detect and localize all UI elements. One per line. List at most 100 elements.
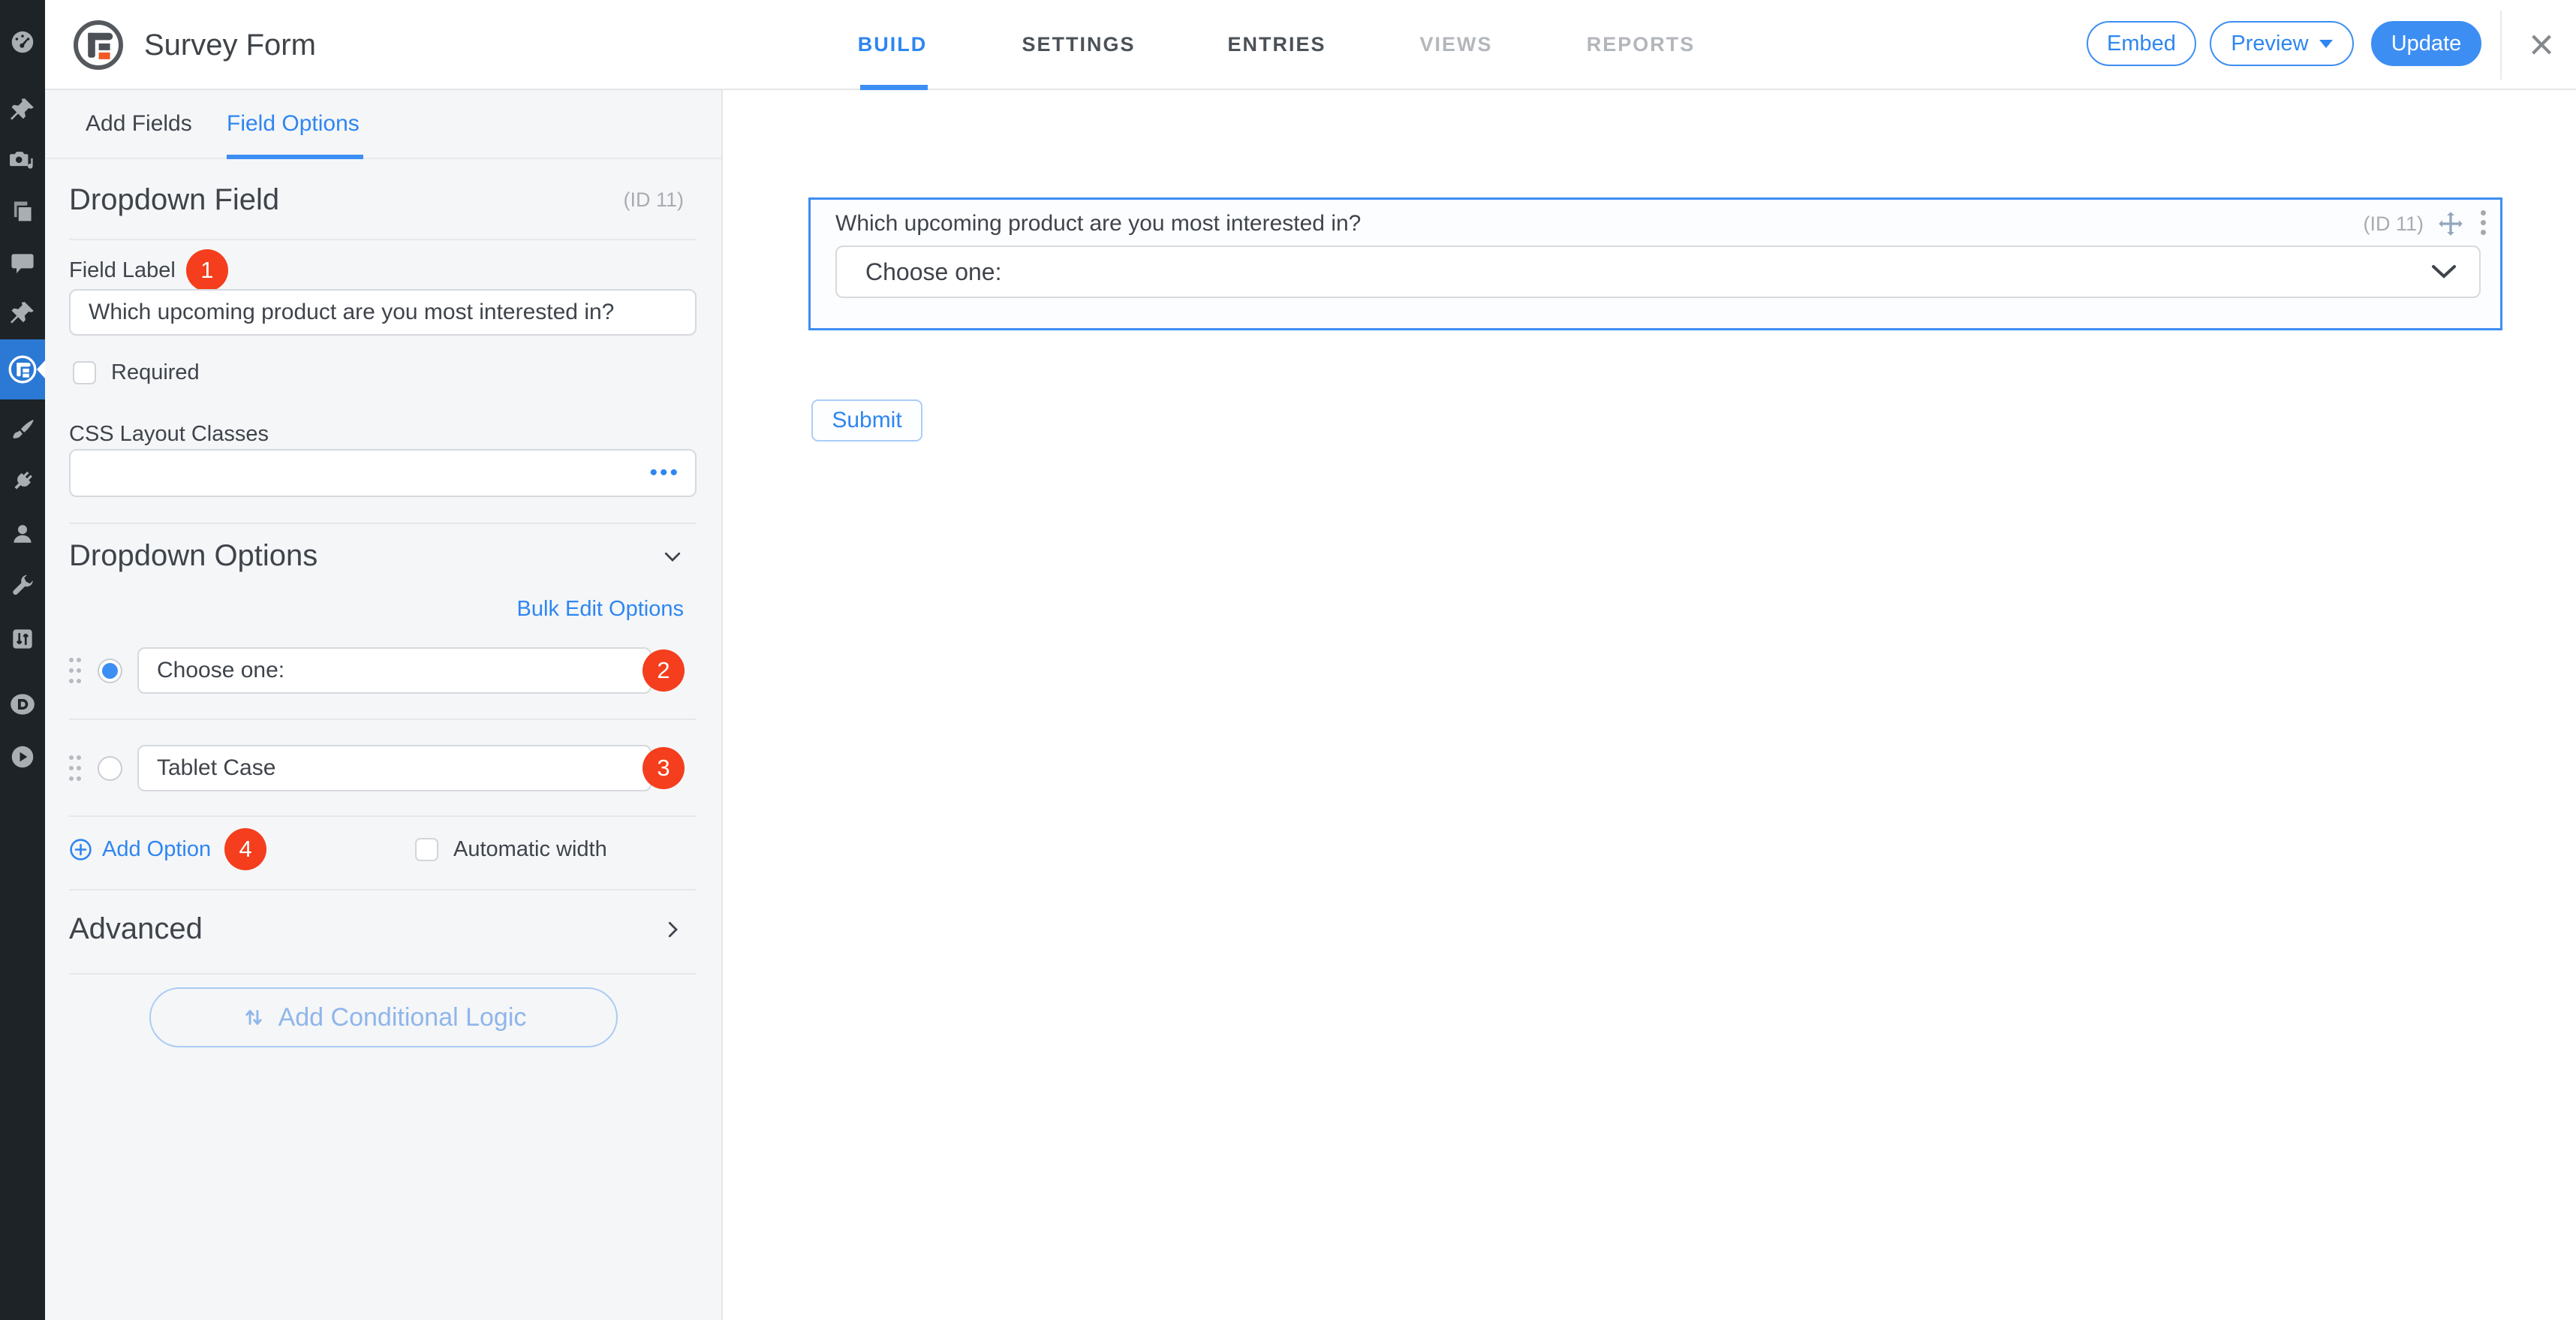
option-row-1: 2 [69,647,697,694]
add-option-link[interactable]: Add Option [102,837,211,862]
divider [69,523,697,524]
advanced-heading-row[interactable]: Advanced [69,912,684,946]
wp-admin-sidebar [0,0,45,1320]
step-badge-4: 4 [224,828,267,870]
automatic-width-row: Automatic width [415,837,607,862]
css-classes-field: ••• [69,449,697,497]
divider [69,719,697,720]
embed-label: Embed [2107,31,2176,56]
divider [69,973,697,975]
add-conditional-logic-button[interactable]: Add Conditional Logic [149,987,618,1047]
plugins-plug-icon[interactable] [8,467,37,496]
field-preview-label: Which upcoming product are you most inte… [835,211,1362,236]
chevron-right-icon [668,921,678,937]
bulk-edit-row: Bulk Edit Options [69,597,684,622]
field-label-label: Field Label [69,258,176,282]
ellipsis-button[interactable]: ••• [649,462,680,484]
tools-wrench-icon[interactable] [8,572,37,601]
css-classes-label-text: CSS Layout Classes [69,421,269,446]
preview-label: Preview [2231,31,2309,56]
field-menu-kebab-icon[interactable] [2481,209,2487,239]
tab-build[interactable]: BUILD [858,0,928,89]
users-icon[interactable] [8,520,37,548]
automatic-width-label: Automatic width [453,836,607,861]
field-label-row: Field Label 1 [69,248,228,293]
selected-field-preview[interactable]: Which upcoming product are you most inte… [808,197,2502,330]
dashboard-icon[interactable] [8,28,37,56]
dropdown-selected-value: Choose one: [865,258,1002,285]
required-label: Required [111,360,200,384]
conditional-logic-icon [245,1010,262,1025]
comments-icon[interactable] [8,249,37,278]
update-label: Update [2391,31,2462,56]
close-icon[interactable]: × [2529,23,2554,67]
tab-entries[interactable]: ENTRIES [1227,0,1326,89]
bulk-edit-link[interactable]: Bulk Edit Options [517,597,684,622]
header-divider [2500,11,2502,80]
sidebar-item-formidable-active[interactable] [0,339,45,399]
formidable-logo [74,20,123,70]
pages-icon[interactable] [8,197,37,226]
panel-tab-underline [227,155,363,159]
field-label-input[interactable] [69,289,697,336]
panel-tabs: Add Fields Field Options [45,90,721,159]
field-preview-id: (ID 11) [2363,212,2424,235]
submit-button[interactable]: Submit [811,399,922,442]
drag-handle-icon[interactable] [69,655,81,686]
option-1-input[interactable] [137,647,652,694]
tab-settings[interactable]: SETTINGS [1022,0,1135,89]
pin-icon[interactable] [8,299,37,327]
settings-sliders-icon[interactable] [8,625,37,653]
update-button[interactable]: Update [2371,21,2481,66]
tab-add-fields[interactable]: Add Fields [86,90,192,158]
dropdown-field-select[interactable]: Choose one: [835,246,2481,298]
dropdown-options-heading-row[interactable]: Dropdown Options [69,539,684,573]
embed-button[interactable]: Embed [2087,21,2196,66]
divider [69,889,697,891]
field-preview-header: Which upcoming product are you most inte… [835,209,2487,239]
drag-handle-icon[interactable] [69,753,81,783]
tab-reports[interactable]: REPORTS [1587,0,1696,89]
field-id-label: (ID 11) [623,188,684,211]
active-menu-arrow [37,360,45,378]
automatic-width-checkbox[interactable] [415,837,438,861]
tab-views[interactable]: VIEWS [1419,0,1492,89]
option-2-input[interactable] [137,745,652,791]
select-chevron-down-icon [2432,265,2456,279]
css-classes-label: CSS Layout Classes [69,419,269,449]
step-badge-2: 2 [642,649,685,692]
tab-field-options[interactable]: Field Options [227,90,360,158]
submit-label: Submit [832,408,902,432]
field-type-heading-row: Dropdown Field (ID 11) [69,183,684,217]
option-row-2: 3 [69,745,697,791]
required-row: Required [73,360,200,385]
posts-pin-icon[interactable] [8,95,37,124]
preview-button[interactable]: Preview [2210,21,2354,66]
divi-icon[interactable] [8,690,37,719]
page-title: Survey Form [144,28,316,62]
media-icon[interactable] [8,146,37,175]
advanced-heading: Advanced [69,912,203,945]
appearance-brush-icon[interactable] [8,416,37,445]
field-type-heading: Dropdown Field [69,183,280,216]
formidable-logo-icon [8,355,37,384]
option-2-radio[interactable] [98,755,122,781]
step-badge-3: 3 [642,747,685,789]
preview-caret-icon [2319,39,2333,48]
plus-circle-icon [70,838,92,860]
chevron-down-icon [664,552,681,562]
video-play-icon[interactable] [8,743,37,771]
css-classes-input[interactable] [69,449,697,497]
move-icon[interactable] [2437,210,2464,237]
divider [69,815,697,817]
add-option-row: Add Option 4 Automatic width [69,827,697,871]
builder-header: Survey Form BUILD SETTINGS ENTRIES VIEWS… [45,0,2576,90]
field-options-panel: Add Fields Field Options Dropdown Field … [45,90,723,1320]
step-badge-1: 1 [185,249,228,291]
add-conditional-logic-label: Add Conditional Logic [278,1002,527,1032]
divider [69,239,697,240]
dropdown-options-heading: Dropdown Options [69,539,318,572]
formidable-form-builder: Survey Form BUILD SETTINGS ENTRIES VIEWS… [0,0,2576,1320]
required-checkbox[interactable] [73,361,96,384]
option-1-radio[interactable] [98,658,122,683]
